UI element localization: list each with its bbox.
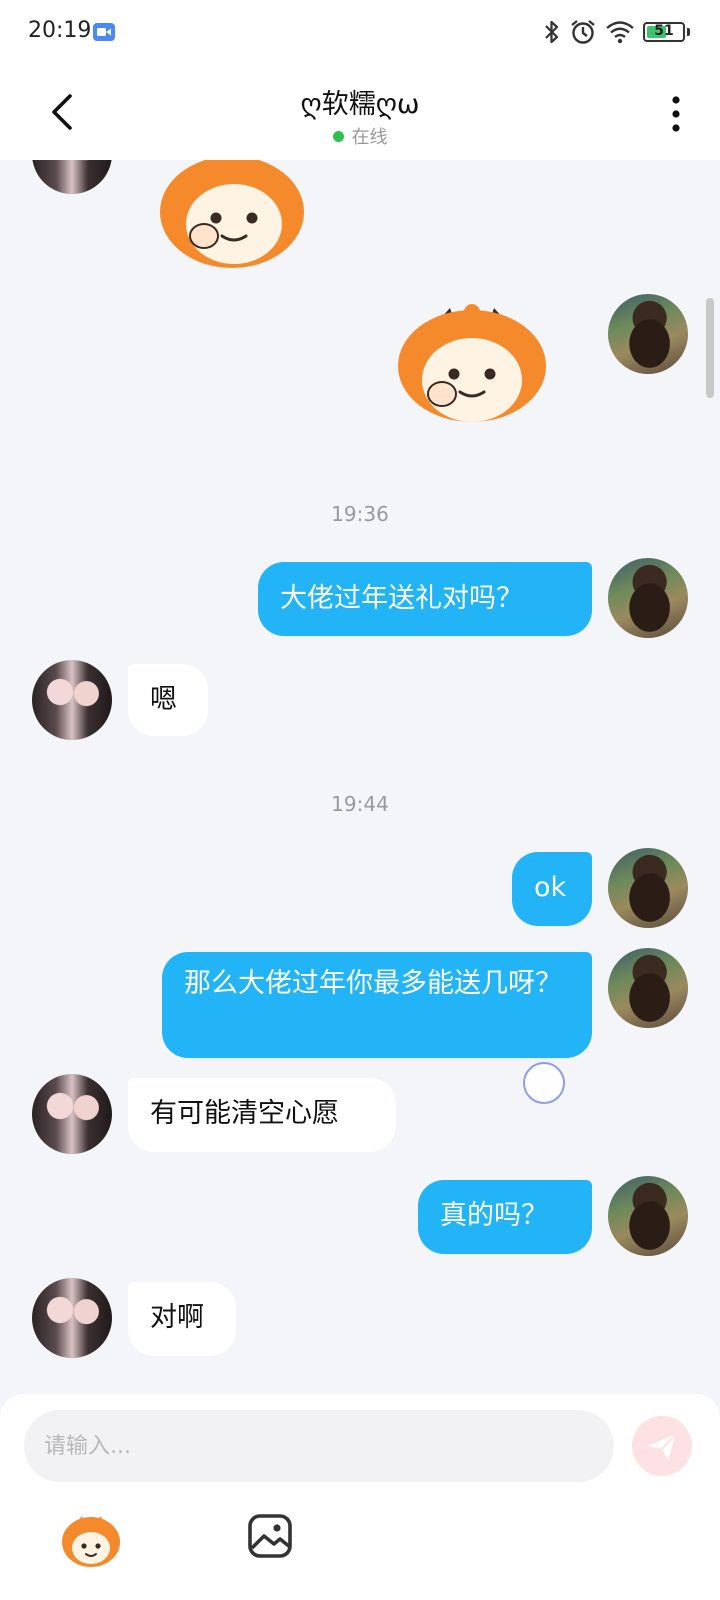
message-bubble-received[interactable]: 嗯 [128, 664, 208, 736]
touch-indicator [523, 1062, 565, 1104]
sticker-button-icon[interactable] [60, 1512, 122, 1570]
message-input[interactable] [24, 1410, 614, 1482]
message-bubble-sent[interactable]: 大佬过年送礼对吗？ [258, 562, 592, 636]
scrollbar[interactable] [706, 298, 714, 398]
online-status: 在线 [160, 123, 560, 149]
status-bar: 20:19 51 [0, 0, 720, 66]
image-picker-icon[interactable] [246, 1512, 294, 1560]
message-bubble-sent[interactable]: ok [512, 852, 592, 926]
message-bubble-received[interactable]: 对啊 [128, 1282, 236, 1356]
message-bubble-sent[interactable]: 那么大佬过年你最多能送几呀？ [162, 952, 592, 1058]
chat-header: ღ软糯ღω 在线 [0, 66, 720, 160]
battery-nub [687, 28, 690, 36]
message-bubble-sent[interactable]: 真的吗？ [418, 1180, 592, 1254]
my-avatar[interactable] [608, 948, 688, 1028]
title-wrap: ღ软糯ღω 在线 [160, 82, 560, 149]
contact-avatar[interactable] [32, 1278, 112, 1358]
contact-avatar[interactable] [32, 1074, 112, 1154]
timestamp: 19:36 [331, 502, 389, 526]
input-bar [0, 1394, 720, 1600]
my-avatar[interactable] [608, 848, 688, 928]
more-options-icon[interactable] [666, 94, 686, 134]
sticker-image[interactable] [392, 298, 552, 438]
contact-avatar[interactable] [32, 660, 112, 740]
message-bubble-received[interactable]: 有可能清空心愿 [128, 1078, 396, 1152]
wifi-icon [606, 21, 634, 44]
online-dot [332, 130, 344, 142]
screen-record-icon [93, 23, 115, 41]
sticker-image[interactable] [152, 160, 312, 290]
online-label: 在线 [351, 127, 388, 148]
contact-avatar[interactable] [32, 160, 112, 194]
battery-text: 51 [654, 23, 674, 39]
send-icon [648, 1433, 677, 1460]
message-list[interactable]: 19:36 大佬过年送礼对吗？ 嗯 19:44 ok 那么大佬过年你最多能送几呀… [0, 160, 720, 1394]
alarm-icon [571, 20, 595, 44]
status-icons: 51 [543, 18, 690, 46]
timestamp: 19:44 [331, 792, 389, 816]
bluetooth-icon [545, 20, 559, 44]
my-avatar[interactable] [608, 558, 688, 638]
status-time: 20:19 [28, 18, 92, 43]
back-arrow-icon[interactable] [40, 88, 88, 136]
my-avatar[interactable] [608, 1176, 688, 1256]
my-avatar[interactable] [608, 294, 688, 374]
send-button[interactable] [632, 1416, 692, 1476]
battery-icon: 51 [643, 22, 685, 42]
chat-title: ღ软糯ღω [300, 89, 420, 120]
